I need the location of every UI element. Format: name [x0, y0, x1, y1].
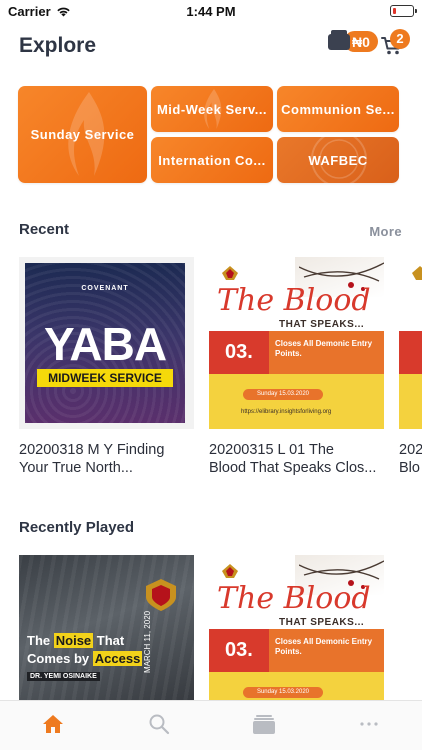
- title-line: 202: [399, 442, 422, 458]
- thumb-script-text: The Blood: [217, 581, 371, 616]
- church-logo-icon: [222, 564, 238, 578]
- recent-item[interactable]: The Blood THAT SPEAKS... 03. Closes All …: [209, 257, 384, 482]
- flame-watermark-icon: [204, 88, 222, 130]
- thumb-point-text: Closes All Demonic Entry Points.: [275, 339, 373, 358]
- seal-watermark-icon: [311, 137, 367, 183]
- recent-item-title: 20200315 L 01 The Blood That Speaks Clos…: [209, 441, 384, 477]
- category-label: Communion Se...: [281, 101, 395, 117]
- recent-item[interactable]: 202 Blo: [399, 257, 422, 482]
- thumb-date: MARCH 11, 2020: [143, 610, 152, 673]
- tab-search-icon[interactable]: [147, 713, 171, 735]
- thumb-date: Sunday 15.03.2020: [243, 687, 323, 698]
- thumb-main-text: YABA: [43, 318, 167, 370]
- tab-library-icon[interactable]: [252, 713, 276, 735]
- church-logo-icon: [222, 266, 238, 280]
- title-line: 20200315 L 01 The: [209, 442, 334, 458]
- thumb-caps-text: THAT SPEAKS...: [279, 617, 365, 628]
- thumb-sub-text: MIDWEEK SERVICE: [37, 369, 173, 387]
- title-line: 20200318 M Y Finding: [19, 442, 165, 458]
- category-wafbec[interactable]: WAFBEC: [277, 137, 399, 183]
- recently-played-item-thumbnail: The Noise That Comes by Access DR. YEMI …: [19, 555, 194, 700]
- title-line: Blo: [399, 460, 420, 476]
- recently-played-item[interactable]: The Noise That Comes by Access DR. YEMI …: [19, 555, 194, 700]
- thumb-point-text: Closes All Demonic Entry Points.: [275, 637, 373, 656]
- tab-home-icon[interactable]: [41, 713, 65, 735]
- recent-section-title: Recent: [19, 221, 70, 238]
- thumb-url: https://elibrary.insightsforliving.org: [241, 409, 332, 415]
- title-line: Blood That Speaks Clos...: [209, 460, 377, 476]
- thumb-text: That: [96, 633, 125, 648]
- category-international-conference[interactable]: Internation Co...: [151, 137, 273, 183]
- recent-item-title: 20200318 M Y Finding Your True North...: [19, 441, 194, 477]
- cart-count-badge: 2: [390, 29, 410, 49]
- thumb-number: 03.: [225, 341, 253, 363]
- category-communion-service[interactable]: Communion Se...: [277, 86, 399, 132]
- tab-more-icon[interactable]: [357, 713, 381, 735]
- recent-more-link[interactable]: More: [369, 224, 402, 239]
- category-sunday-service[interactable]: Sunday Service: [18, 86, 147, 183]
- thumb-text: Comes by: [27, 651, 90, 666]
- status-bar: Carrier 1:44 PM: [0, 0, 422, 24]
- title-line: Your True North...: [19, 460, 133, 476]
- thumb-number: 03.: [225, 639, 253, 661]
- category-mid-week-service[interactable]: Mid-Week Serv...: [151, 86, 273, 132]
- recent-item[interactable]: COVENANT YABA MIDWEEK SERVICE 20200318 M…: [19, 257, 194, 482]
- recent-item-title: 202 Blo: [399, 441, 422, 477]
- recent-item-thumbnail: [399, 257, 422, 429]
- thumb-highlight-text: Noise: [53, 633, 94, 648]
- thumb-script-text: The Blood: [217, 283, 371, 318]
- wallet-button[interactable]: ₦0: [328, 29, 378, 52]
- thumb-date: Sunday 15.03.2020: [243, 389, 323, 400]
- thumb-highlight-text: Access: [92, 651, 143, 666]
- clock: 1:44 PM: [186, 4, 236, 19]
- tab-bar: [0, 700, 422, 750]
- church-crest-icon: [146, 579, 176, 611]
- recently-played-section-title: Recently Played: [19, 519, 135, 536]
- recently-played-item-thumbnail: The Blood THAT SPEAKS... 03. Closes All …: [209, 555, 384, 700]
- thumb-text: The: [27, 633, 51, 648]
- church-logo-icon: [412, 266, 422, 280]
- recently-played-item[interactable]: The Blood THAT SPEAKS... 03. Closes All …: [209, 555, 384, 700]
- thumb-speaker: DR. YEMI OSINAIKE: [27, 672, 100, 681]
- wallet-icon: [328, 29, 350, 50]
- recent-item-thumbnail: The Blood THAT SPEAKS... 03. Closes All …: [209, 257, 384, 429]
- page-title: Explore: [19, 34, 97, 57]
- thumb-caps-text: THAT SPEAKS...: [279, 319, 365, 330]
- category-label: Internation Co...: [158, 152, 266, 168]
- flame-watermark-icon: [68, 92, 105, 176]
- battery-icon: [390, 5, 417, 17]
- thumb-brand-text: COVENANT: [81, 285, 129, 292]
- recent-item-thumbnail: COVENANT YABA MIDWEEK SERVICE: [19, 257, 194, 429]
